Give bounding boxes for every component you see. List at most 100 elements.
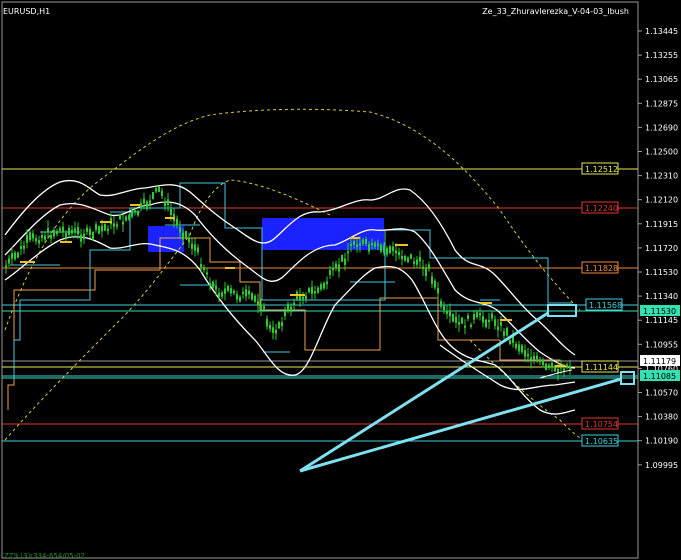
candle-body [302, 296, 304, 300]
supply-zone-left [148, 226, 184, 252]
candle-body [395, 250, 397, 254]
candle-body [401, 255, 403, 260]
candle-body [353, 241, 355, 245]
candle-body [287, 303, 289, 311]
candle-body [218, 292, 220, 298]
indicator-footer-label: ZZ9 (3)r334-654/05-02 [4, 552, 86, 560]
candle-body [503, 331, 505, 336]
candle-body [518, 344, 520, 352]
price-tick-label: 1.11915 [645, 220, 678, 229]
level-label-1-11828: 1.11828 [585, 264, 618, 273]
candle-body [251, 293, 253, 300]
candle-body [365, 238, 367, 244]
candle-body [32, 233, 34, 239]
candle-body [161, 190, 163, 197]
candle-body [185, 230, 187, 239]
candle-body [419, 256, 421, 262]
candle-body [221, 292, 223, 297]
candle-body [377, 243, 379, 247]
candle-body [155, 188, 157, 192]
candle-body [344, 258, 346, 265]
candle-body [467, 315, 469, 319]
candle-body [29, 232, 31, 241]
candle-body [209, 282, 211, 286]
candle-body [125, 216, 127, 221]
candle-body [53, 229, 55, 237]
candle-body [449, 310, 451, 317]
candle-body [146, 201, 148, 210]
price-tick-label: 1.10380 [645, 413, 678, 422]
candle-body [437, 287, 439, 294]
candle-body [227, 285, 229, 291]
candle-body [122, 221, 124, 225]
candle-body [533, 355, 535, 361]
candle-body [539, 359, 541, 363]
candle-body [107, 228, 109, 232]
candle-body [104, 223, 106, 231]
candle-body [206, 272, 208, 275]
candle-body [56, 230, 58, 235]
candle-body [188, 237, 190, 243]
price-tick-label: 1.13255 [645, 51, 678, 60]
candle-body [488, 319, 490, 322]
candle-body [38, 240, 40, 244]
candle-body [407, 257, 409, 262]
candle-body [566, 364, 568, 368]
candle-body [194, 244, 196, 251]
candle-body [86, 227, 88, 232]
axis-badge-text-1-11530: 1.11530 [643, 307, 676, 316]
level-label-1-12240: 1.12240 [585, 204, 618, 213]
candle-body [35, 238, 37, 242]
candle-body [272, 327, 274, 333]
candle-body [83, 233, 85, 240]
current-price-text: 1.11179 [643, 357, 676, 366]
price-tick-label: 1.11720 [645, 244, 678, 253]
candle-body [152, 191, 154, 200]
candle-body [494, 319, 496, 326]
candle-body [134, 210, 136, 213]
candle-body [158, 186, 160, 192]
candle-body [203, 267, 205, 271]
indicator-name-label: Ze_33_Zhuravlerezka_V-04-03_Ibush [482, 7, 629, 16]
candle-body [23, 245, 25, 249]
price-chart[interactable]: 1.12512 1.12240 1.11828 1.11568 1.11144 … [0, 0, 681, 560]
chart-window[interactable]: 1.12512 1.12240 1.11828 1.11568 1.11144 … [0, 0, 681, 560]
candle-body [464, 325, 466, 328]
candle-body [452, 313, 454, 322]
candle-body [65, 233, 67, 238]
candle-body [338, 264, 340, 272]
price-tick-label: 1.13065 [645, 75, 678, 84]
candle-body [266, 318, 268, 327]
candle-body [326, 281, 328, 285]
candle-body [332, 267, 334, 271]
price-tick-label: 1.09995 [645, 461, 678, 470]
candle-body [404, 255, 406, 261]
price-tick-label: 1.11340 [645, 292, 678, 301]
level-label-1-10754: 1.10754 [585, 420, 618, 429]
candle-body [179, 227, 181, 233]
price-tick-label: 1.12120 [645, 196, 678, 205]
candle-body [386, 248, 388, 255]
price-tick-label: 1.11145 [645, 316, 678, 325]
candle-body [41, 235, 43, 238]
candle-body [278, 321, 280, 329]
price-tick-label: 1.10570 [645, 389, 678, 398]
candle-body [239, 296, 241, 302]
candle-body [350, 243, 352, 246]
candle-body [290, 306, 292, 313]
candle-body [113, 223, 115, 227]
candle-body [545, 363, 547, 370]
candle-body [167, 199, 169, 206]
price-tick-label: 1.10190 [645, 437, 678, 446]
candle-body [281, 322, 283, 327]
candle-body [398, 251, 400, 256]
candle-body [476, 312, 478, 318]
candle-body [551, 363, 553, 367]
candle-body [269, 324, 271, 329]
candle-body [20, 245, 22, 249]
candle-body [320, 284, 322, 290]
candle-body [305, 295, 307, 300]
candle-body [260, 305, 262, 310]
candle-body [536, 355, 538, 360]
price-axis[interactable]: 1.13445 1.13255 1.13065 1.12875 1.12690 1.125… [638, 27, 678, 470]
